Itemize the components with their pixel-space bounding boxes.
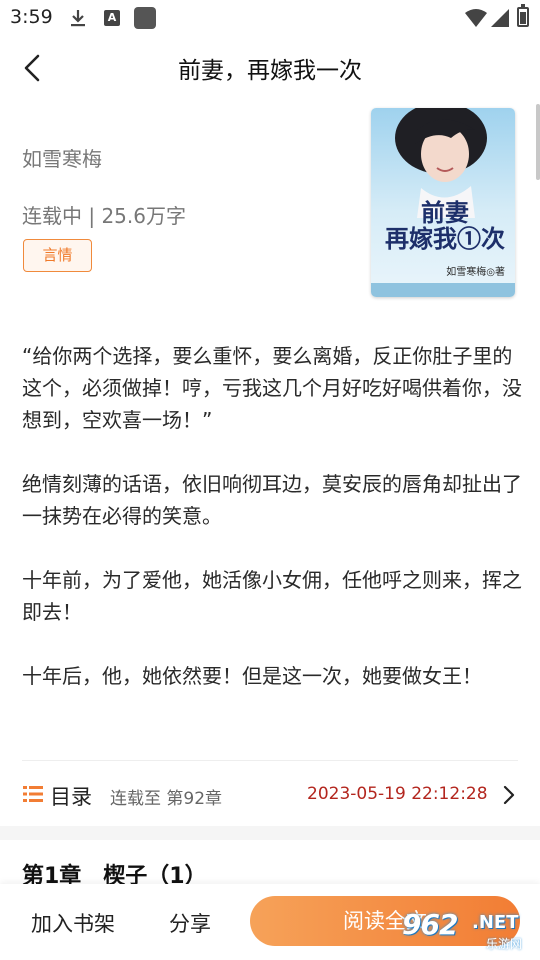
signal-icon <box>490 8 510 32</box>
synopsis-paragraph: 绝情刻薄的话语，依旧响彻耳边，莫安辰的唇角却扯出了一抹势在必得的笑意。 <box>22 472 522 528</box>
site-watermark: 962 .NET 乐游网 <box>400 902 536 954</box>
section-gap <box>0 826 540 840</box>
divider <box>22 760 518 761</box>
battery-icon <box>517 4 529 27</box>
book-cover: 前妻 再嫁我①次 如雪寒梅◎著 <box>371 108 515 297</box>
cover-title-line2: 再嫁我①次 <box>385 224 505 253</box>
genre-tag[interactable]: 言情 <box>23 239 92 272</box>
header: 前妻，再嫁我一次 <box>0 40 540 96</box>
catalog-row[interactable]: 目录 连载至 第92章 2023-05-19 22:12:28 <box>0 765 540 825</box>
watermark-sub: 乐游网 <box>486 937 523 951</box>
book-status-wordcount: 连载中 | 25.6万字 <box>22 204 186 228</box>
chevron-right-icon <box>503 785 515 809</box>
list-icon <box>23 784 43 808</box>
catalog-updated-time: 2023-05-19 22:12:28 <box>307 784 488 804</box>
scrollbar-thumb <box>536 104 540 180</box>
catalog-progress: 连载至 第92章 <box>110 789 223 809</box>
share-button[interactable]: 分享 <box>169 908 211 938</box>
synopsis-paragraph: 十年前，为了爱他，她活像小女佣，任他呼之则来，挥之即去！ <box>22 568 522 624</box>
add-to-shelf-button[interactable]: 加入书架 <box>31 908 115 938</box>
watermark-net: .NET <box>472 912 519 933</box>
watermark-logo: 962 <box>402 908 458 941</box>
catalog-label: 目录 <box>50 785 92 809</box>
cover-bottom-strip <box>371 283 515 297</box>
synopsis: “给你两个选择，要么重怀，要么离婚，反正你肚子里的这个，必须做掉！哼，亏我这几个… <box>22 340 522 724</box>
a-notification-icon: A <box>104 10 120 26</box>
app-square-icon <box>134 7 156 29</box>
wifi-icon <box>464 8 488 32</box>
download-icon <box>68 8 88 32</box>
synopsis-paragraph: “给你两个选择，要么重怀，要么离婚，反正你肚子里的这个，必须做掉！哼，亏我这几个… <box>22 344 522 432</box>
synopsis-paragraph: 十年后，他，她依然要！但是这一次，她要做女王！ <box>22 664 482 688</box>
cover-author-credit: 如雪寒梅◎著 <box>446 267 505 278</box>
status-bar: 3:59 A <box>0 0 540 36</box>
status-time: 3:59 <box>10 6 53 28</box>
book-author[interactable]: 如雪寒梅 <box>22 143 102 172</box>
page-title: 前妻，再嫁我一次 <box>178 58 362 84</box>
cover-title-line1: 前妻 <box>421 198 469 227</box>
cover-title: 前妻 再嫁我①次 <box>379 200 511 252</box>
